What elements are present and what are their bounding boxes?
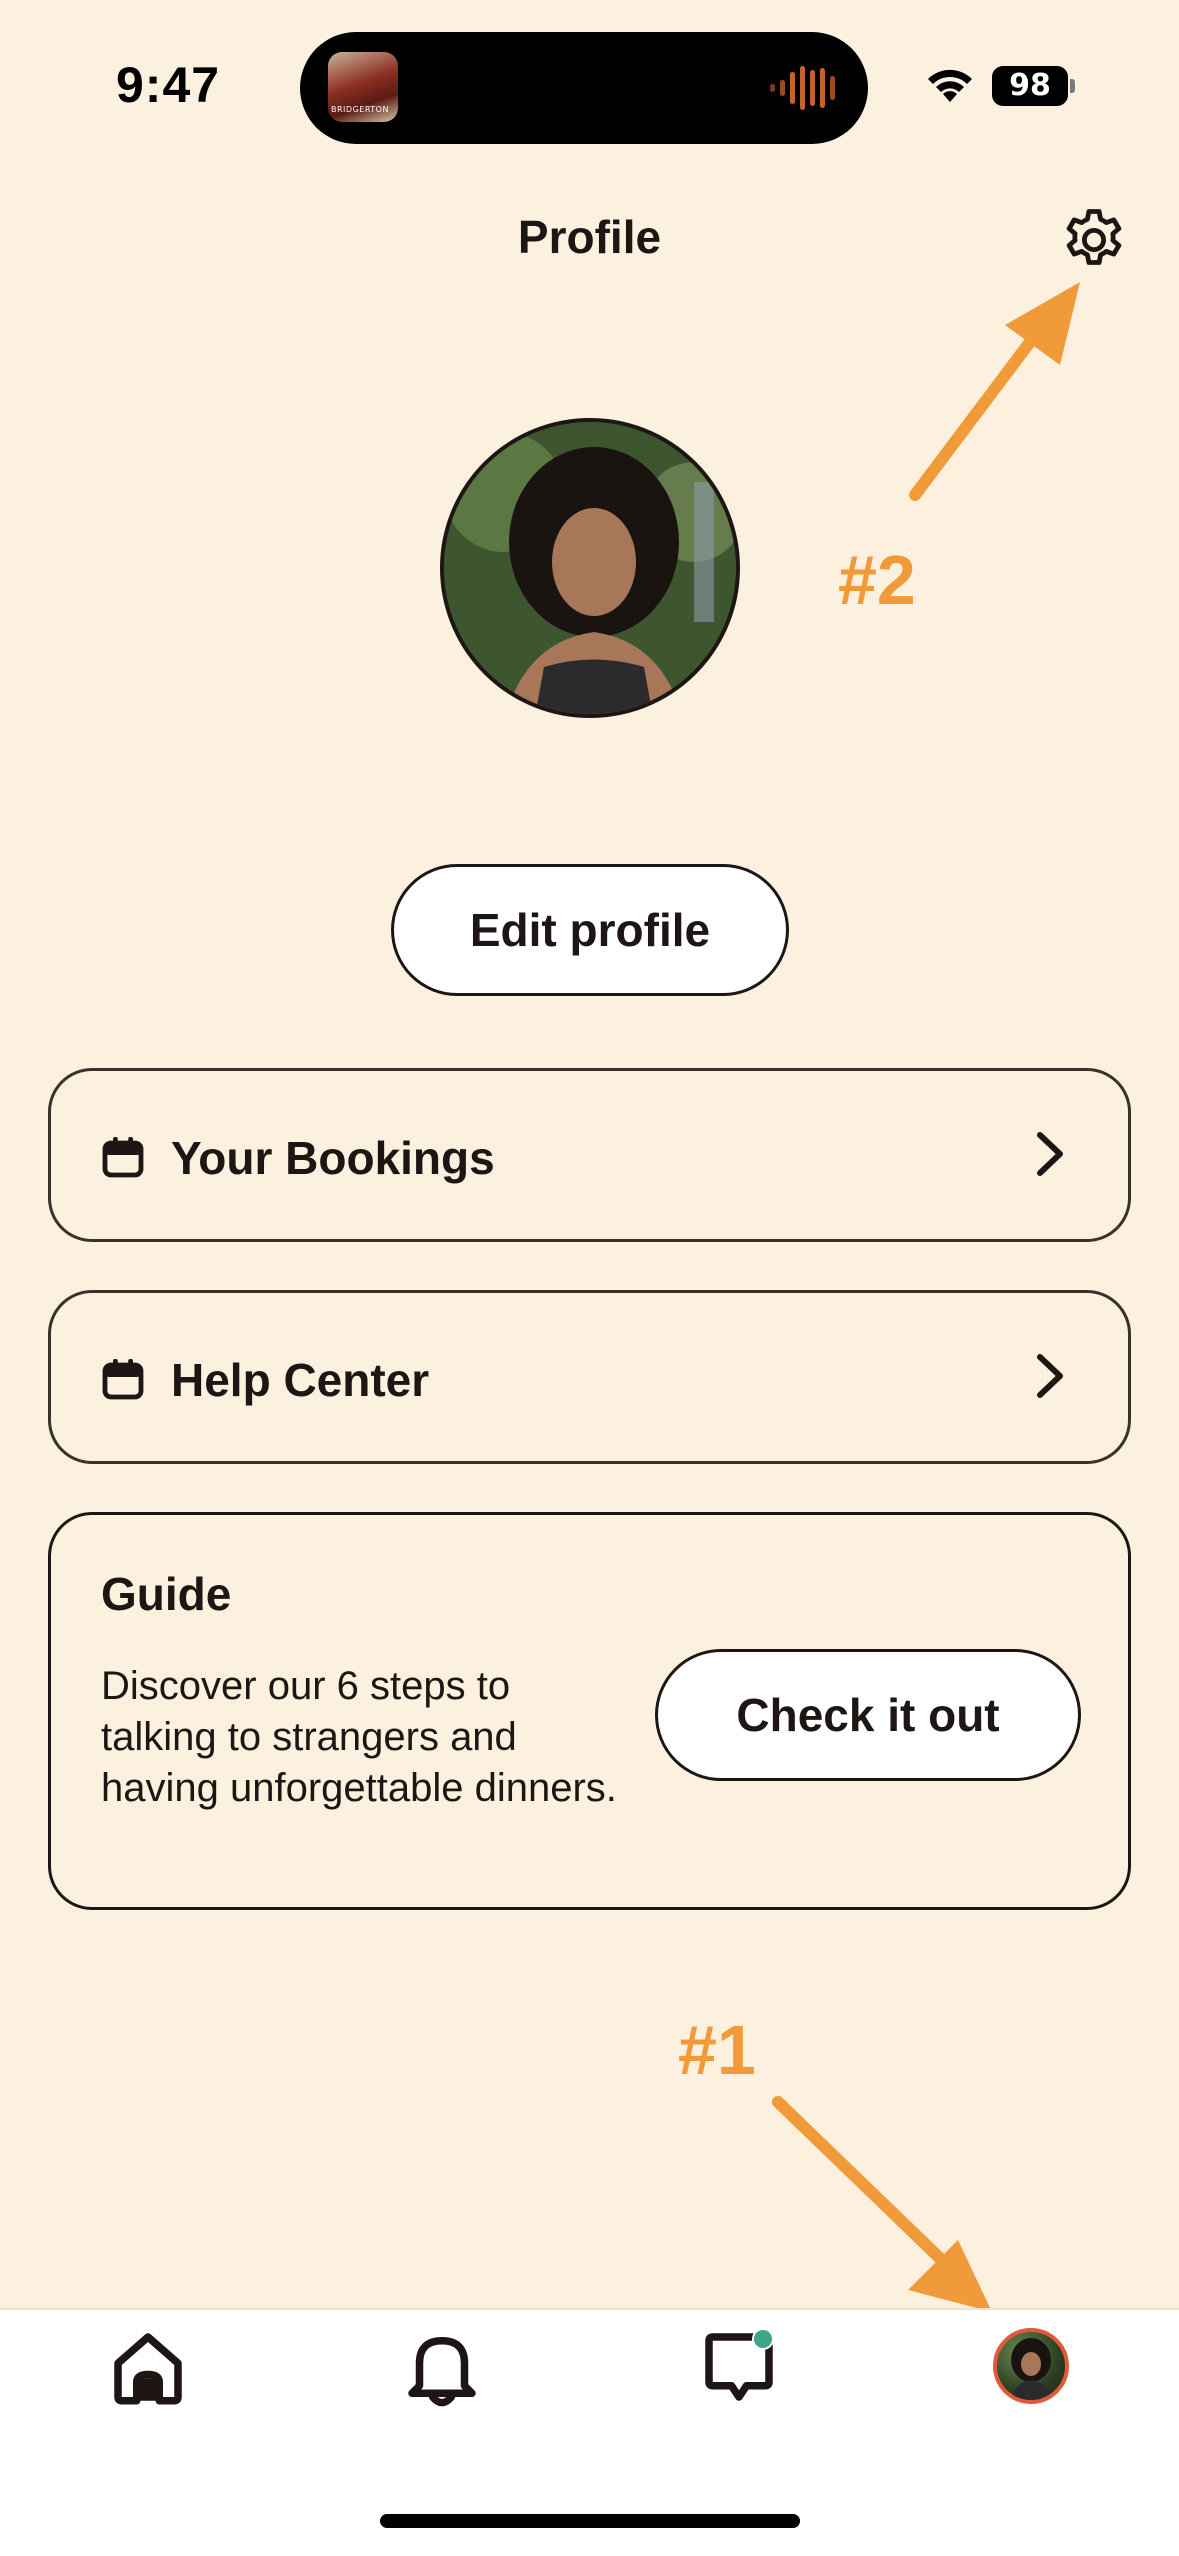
profile-tab-avatar[interactable] xyxy=(993,2328,1069,2404)
your-bookings-row[interactable]: Your Bookings xyxy=(48,1068,1131,1242)
arrow-2 xyxy=(909,282,1080,501)
help-center-label: Help Center xyxy=(171,1354,430,1406)
wifi-icon xyxy=(928,69,972,102)
chevron-right-icon xyxy=(1037,1132,1063,1176)
now-playing-art-text: BRIDGERTON xyxy=(331,105,389,114)
gear-icon[interactable] xyxy=(1058,204,1130,276)
battery-indicator: 98 xyxy=(992,66,1068,106)
guide-description: Discover our 6 steps to talking to stran… xyxy=(101,1664,617,1810)
bell-icon[interactable] xyxy=(397,2322,487,2412)
page-title: Profile xyxy=(517,211,662,263)
status-time: 9:47 xyxy=(116,57,221,113)
calendar-icon xyxy=(102,1359,144,1400)
now-playing-artwork: BRIDGERTON xyxy=(328,52,398,122)
chat-unread-badge xyxy=(752,2328,774,2350)
profile-photo xyxy=(444,422,736,714)
dynamic-island[interactable]: BRIDGERTON xyxy=(300,32,868,144)
home-indicator xyxy=(380,2514,800,2528)
battery-nub xyxy=(1070,79,1075,93)
your-bookings-label: Your Bookings xyxy=(171,1132,495,1184)
check-it-out-button[interactable]: Check it out xyxy=(655,1649,1081,1781)
home-icon[interactable] xyxy=(103,2322,193,2412)
annotation-arrows xyxy=(772,282,1080,2312)
profile-screen: 9:47 BRIDGERTON 98 Profile Edit profile … xyxy=(0,0,1179,2556)
chevron-right-icon xyxy=(1037,1354,1063,1398)
audio-waveform-icon xyxy=(770,66,835,110)
guide-card: Guide Discover our 6 steps to talking to… xyxy=(48,1512,1131,1910)
guide-title: Guide xyxy=(101,1568,232,1620)
calendar-icon xyxy=(102,1137,144,1178)
help-center-row[interactable]: Help Center xyxy=(48,1290,1131,1464)
profile-avatar-large[interactable] xyxy=(440,418,740,718)
arrow-1 xyxy=(772,2096,992,2312)
edit-profile-button[interactable]: Edit profile xyxy=(391,864,789,996)
profile-tab-photo xyxy=(1011,2338,1051,2400)
annotation-label-2: #2 xyxy=(838,541,916,619)
annotation-label-1: #1 xyxy=(678,2011,756,2089)
